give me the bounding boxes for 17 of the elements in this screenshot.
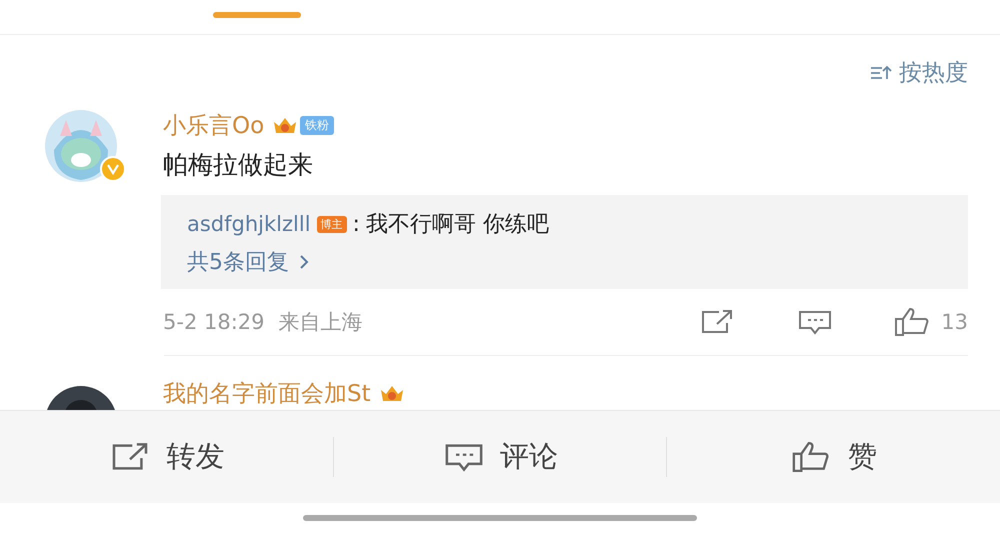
more-replies-link[interactable]: 共5条回复 [187,247,311,277]
reply-username[interactable]: asdfghjklzlll [187,212,311,236]
author-badge: 博主 [316,216,347,232]
comment-button[interactable]: 评论 [334,411,666,503]
reply-separator: : [352,212,360,236]
comment-time: 5-2 18:29 [163,310,264,334]
like-button[interactable]: 赞 [667,411,1000,503]
like-count: 13 [941,310,968,334]
comment-icon[interactable] [797,308,834,336]
username[interactable]: 小乐言Oo [163,110,264,140]
username[interactable]: 我的名字前面会加St [163,378,371,408]
fan-badge: 铁粉 [300,116,334,134]
repost-button[interactable]: 转发 [0,411,333,503]
comment-location: 来自上海 [278,309,362,336]
reply-text: 我不行啊哥 你练吧 [366,211,549,239]
comment-text: 帕梅拉做起来 [163,149,314,181]
sort-button[interactable]: 按热度 [869,57,968,88]
